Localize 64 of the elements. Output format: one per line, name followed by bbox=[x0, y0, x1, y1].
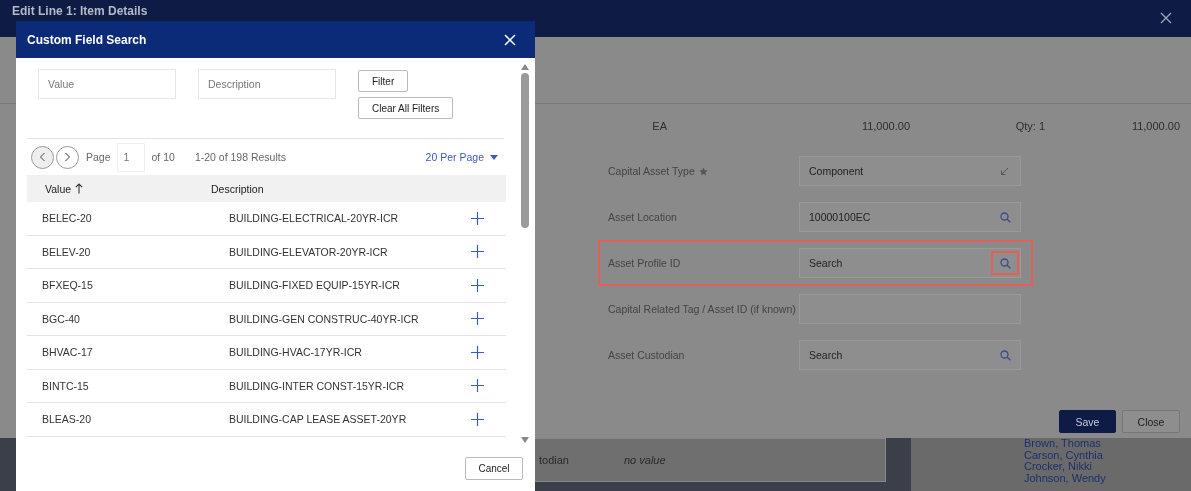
table-cell-text: BELEC-20 bbox=[41, 212, 93, 225]
cancel-button[interactable]: Cancel bbox=[465, 457, 523, 480]
field-label: Asset Location bbox=[608, 211, 677, 223]
table-cell-text: BUILDING-INTER CONST-15YR-ICR bbox=[229, 379, 406, 392]
add-icon[interactable] bbox=[471, 345, 484, 359]
search-field[interactable]: 10000100EC bbox=[799, 202, 1021, 232]
search-field[interactable]: Search bbox=[799, 340, 1021, 370]
window-title: Edit Line 1: Item Details bbox=[12, 4, 148, 18]
table-cell-text: BLEAS-20 bbox=[41, 413, 93, 426]
table-cell-text: BUILDING-ELEVATOR-20YR-ICR bbox=[229, 245, 389, 258]
add-icon[interactable] bbox=[471, 211, 484, 225]
close-button[interactable]: Close bbox=[1122, 410, 1180, 433]
field-label: todian bbox=[539, 454, 569, 466]
scroll-thumb[interactable] bbox=[521, 73, 529, 228]
field-label: Capital Asset Type bbox=[608, 165, 695, 177]
chevron-right-icon bbox=[64, 152, 71, 162]
search-field[interactable]: Search bbox=[799, 248, 1021, 278]
filter-field[interactable]: Description bbox=[198, 69, 336, 99]
summary-value: Qty: 1 bbox=[1015, 120, 1045, 132]
select-field[interactable]: Component bbox=[799, 156, 1021, 186]
search-icon[interactable] bbox=[999, 211, 1011, 223]
filter-button[interactable]: Filter bbox=[358, 70, 409, 92]
table-cell-text: BUILDING-ELECTRICAL-20YR-ICR bbox=[229, 212, 400, 225]
add-icon[interactable] bbox=[471, 278, 484, 292]
search-icon[interactable] bbox=[999, 257, 1011, 269]
table-cell-text: BUILDING-CAP LEASE ASSET-20YR bbox=[229, 413, 408, 426]
table-cell-text: BFXEQ-15 bbox=[41, 279, 94, 292]
chevron-left-icon bbox=[39, 152, 46, 162]
table-cell-text: BHVAC-17 bbox=[41, 346, 94, 359]
summary-value: 11,000.00 bbox=[861, 120, 910, 132]
expand-arrow-icon bbox=[1000, 166, 1009, 176]
table-cell-text: BINTC-15 bbox=[41, 379, 90, 392]
summary-value: EA bbox=[652, 120, 668, 132]
scroll-up-icon[interactable] bbox=[521, 64, 529, 70]
add-icon[interactable] bbox=[471, 245, 484, 259]
add-icon[interactable] bbox=[471, 379, 484, 393]
add-icon[interactable] bbox=[471, 312, 484, 326]
table-cell-text: BGC-40 bbox=[41, 312, 81, 325]
previous-page-button[interactable] bbox=[31, 145, 54, 169]
dialog-title: Custom Field Search bbox=[27, 32, 147, 47]
field-value: no value bbox=[624, 454, 666, 466]
field-label: Capital Related Tag / Asset ID (if known) bbox=[608, 303, 796, 315]
field-label: Asset Profile ID bbox=[608, 257, 681, 269]
filter-field[interactable]: Value bbox=[38, 69, 176, 99]
save-button[interactable]: Save bbox=[1059, 410, 1116, 433]
field-label: Asset Custodian bbox=[608, 349, 685, 361]
table-cell-text: BUILDING-HVAC-17YR-ICR bbox=[229, 346, 363, 359]
clear-filters-button[interactable]: Clear All Filters bbox=[358, 97, 454, 119]
close-icon[interactable] bbox=[1160, 12, 1172, 24]
per-page-dropdown[interactable]: 20 Per Page bbox=[425, 151, 506, 163]
next-page-button[interactable] bbox=[56, 145, 79, 169]
add-icon[interactable] bbox=[471, 412, 484, 426]
column-header[interactable]: Description bbox=[211, 182, 264, 195]
search-icon[interactable] bbox=[999, 349, 1011, 361]
caret-down-icon bbox=[490, 154, 498, 160]
page-label: Page bbox=[86, 151, 111, 163]
page-count: of 10 bbox=[151, 151, 175, 163]
table-cell-text: BELEV-20 bbox=[41, 245, 92, 258]
page-field[interactable]: 1 bbox=[116, 142, 145, 172]
summary-value: 11,000.00 bbox=[1131, 120, 1180, 132]
results-count: 1-20 of 198 Results bbox=[194, 151, 286, 163]
table-cell-text: BUILDING-FIXED EQUIP-15YR-ICR bbox=[229, 279, 401, 292]
column-header[interactable]: Value bbox=[27, 182, 211, 195]
table-cell-text: BUILDING-GEN CONSTRUC-40YR-ICR bbox=[229, 312, 420, 325]
